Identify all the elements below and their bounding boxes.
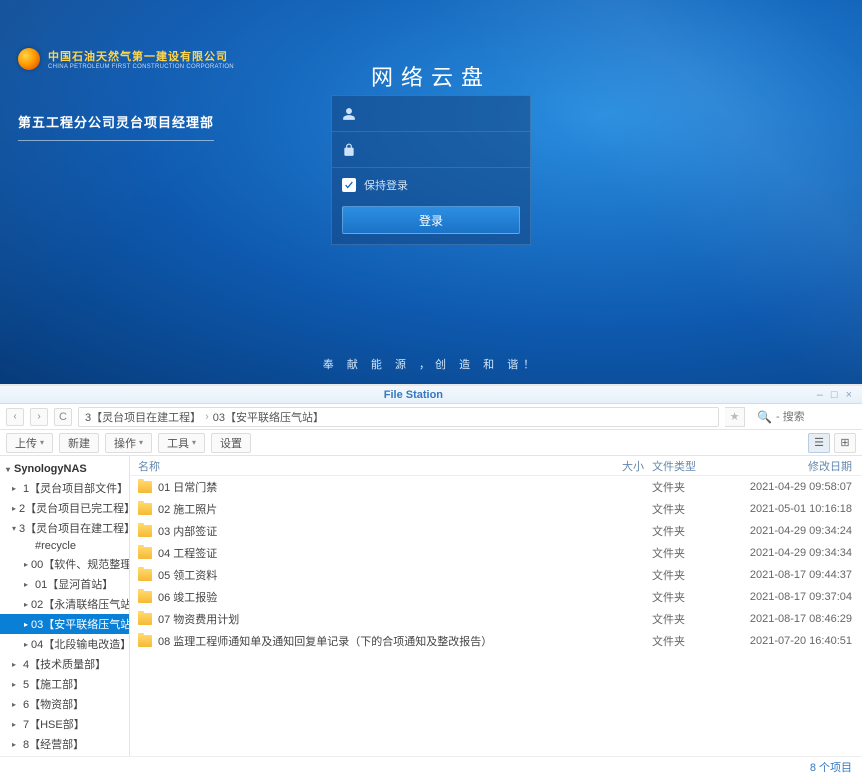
- tree-item[interactable]: ▸1【灵台项目部文件】: [0, 478, 129, 498]
- login-title: 网络云盘: [371, 60, 491, 92]
- company-name-cn: 中国石油天然气第一建设有限公司: [48, 48, 234, 64]
- col-type[interactable]: 文件类型: [652, 458, 722, 474]
- settings-button[interactable]: 设置: [211, 433, 251, 453]
- folder-icon: [138, 481, 152, 493]
- nav-toolbar: ‹ › C 3【灵台项目在建工程】 › 03【安平联络压气站】 ★ 🔍: [0, 404, 862, 430]
- tree-item[interactable]: ▸4【技术质量部】: [0, 654, 129, 674]
- tree-item[interactable]: ▸8【经营部】: [0, 734, 129, 754]
- login-form: 保持登录 登录: [331, 95, 531, 245]
- folder-icon: [138, 503, 152, 515]
- folder-icon: [138, 525, 152, 537]
- file-station-window: File Station – □ × ‹ › C 3【灵台项目在建工程】 › 0…: [0, 384, 862, 776]
- table-row[interactable]: 02 施工照片文件夹2021-05-01 10:16:18: [130, 498, 862, 520]
- breadcrumb[interactable]: 3【灵台项目在建工程】 › 03【安平联络压气站】: [78, 407, 719, 427]
- folder-icon: [138, 613, 152, 625]
- tree-item[interactable]: ▸03【安平联络压气站】: [0, 614, 129, 634]
- keep-logged-label: 保持登录: [364, 177, 408, 193]
- tree-item[interactable]: ▸00【软件、规范整理】【: [0, 554, 129, 574]
- lock-icon: [342, 143, 356, 157]
- view-grid-button[interactable]: ⊞: [834, 433, 856, 453]
- keep-logged-checkbox[interactable]: [342, 178, 356, 192]
- col-size[interactable]: 大小: [602, 458, 652, 474]
- tree-item[interactable]: ▸04【北段输电改造】: [0, 634, 129, 654]
- department-block: 第五工程分公司灵台项目经理部: [18, 112, 214, 141]
- username-input[interactable]: [366, 107, 521, 121]
- tree-item[interactable]: ▸7【HSE部】: [0, 714, 129, 734]
- logo-icon: [18, 48, 40, 70]
- folder-icon: [138, 591, 152, 603]
- folder-tree[interactable]: SynologyNAS ▸1【灵台项目部文件】▸2【灵台项目已完工程】▾3【灵台…: [0, 456, 130, 756]
- tree-item[interactable]: ▸2【灵台项目已完工程】: [0, 498, 129, 518]
- breadcrumb-seg-1[interactable]: 3【灵台项目在建工程】: [85, 409, 201, 425]
- chevron-right-icon: ›: [205, 411, 209, 423]
- tree-item[interactable]: ▸02【永清联络压气站】: [0, 594, 129, 614]
- department-name: 第五工程分公司灵台项目经理部: [18, 115, 214, 130]
- tree-item[interactable]: ▸6【物资部】: [0, 694, 129, 714]
- forward-button[interactable]: ›: [30, 408, 48, 426]
- maximize-button[interactable]: □: [831, 389, 838, 401]
- breadcrumb-seg-2[interactable]: 03【安平联络压气站】: [213, 409, 324, 425]
- table-row[interactable]: 03 内部签证文件夹2021-04-29 09:34:24: [130, 520, 862, 542]
- action-toolbar: 上传▾ 新建 操作▾ 工具▾ 设置 ☰ ⊞: [0, 430, 862, 456]
- close-button[interactable]: ×: [846, 389, 852, 401]
- table-row[interactable]: 04 工程签证文件夹2021-04-29 09:34:34: [130, 542, 862, 564]
- status-bar: 8 个项目: [0, 756, 862, 776]
- upload-button[interactable]: 上传▾: [6, 433, 53, 453]
- table-row[interactable]: 06 竣工报验文件夹2021-08-17 09:37:04: [130, 586, 862, 608]
- search-icon: 🔍: [757, 410, 772, 424]
- view-list-button[interactable]: ☰: [808, 433, 830, 453]
- keep-logged-row[interactable]: 保持登录: [332, 168, 530, 202]
- table-row[interactable]: 05 领工资料文件夹2021-08-17 09:44:37: [130, 564, 862, 586]
- tree-root[interactable]: SynologyNAS: [0, 460, 129, 478]
- login-panel: 中国石油天然气第一建设有限公司 CHINA PETROLEUM FIRST CO…: [0, 0, 862, 384]
- tree-item[interactable]: #recycle: [0, 538, 129, 554]
- operate-button[interactable]: 操作▾: [105, 433, 152, 453]
- refresh-button[interactable]: C: [54, 408, 72, 426]
- table-row[interactable]: 08 监理工程师通知单及通知回复单记录（下的合项通知及整改报告）文件夹2021-…: [130, 630, 862, 652]
- tree-item[interactable]: ▾3【灵台项目在建工程】: [0, 518, 129, 538]
- login-button[interactable]: 登录: [342, 206, 520, 234]
- folder-icon: [138, 547, 152, 559]
- tree-item[interactable]: ▸9【收发文】: [0, 754, 129, 756]
- folder-icon: [138, 635, 152, 647]
- favorite-button[interactable]: ★: [725, 407, 745, 427]
- footer-slogan: 奉 献 能 源 ，创 造 和 谐！: [323, 356, 539, 372]
- tools-button[interactable]: 工具▾: [158, 433, 205, 453]
- check-icon: [344, 180, 354, 190]
- tree-item[interactable]: ▸01【显河首站】: [0, 574, 129, 594]
- user-icon: [342, 107, 356, 121]
- window-title: File Station: [384, 389, 443, 401]
- table-row[interactable]: 07 物资费用计划文件夹2021-08-17 08:46:29: [130, 608, 862, 630]
- logo-block: 中国石油天然气第一建设有限公司 CHINA PETROLEUM FIRST CO…: [18, 48, 234, 70]
- company-name-en: CHINA PETROLEUM FIRST CONSTRUCTION CORPO…: [48, 64, 234, 70]
- back-button[interactable]: ‹: [6, 408, 24, 426]
- table-row[interactable]: 01 日常门禁文件夹2021-04-29 09:58:07: [130, 476, 862, 498]
- password-field[interactable]: [332, 132, 530, 168]
- item-count: 8 个项目: [810, 759, 852, 775]
- minimize-button[interactable]: –: [817, 389, 823, 401]
- create-button[interactable]: 新建: [59, 433, 99, 453]
- list-header: 名称 大小 文件类型 修改日期: [130, 456, 862, 476]
- file-list: 名称 大小 文件类型 修改日期 01 日常门禁文件夹2021-04-29 09:…: [130, 456, 862, 756]
- titlebar: File Station – □ ×: [0, 386, 862, 404]
- search-box[interactable]: 🔍: [757, 410, 856, 424]
- username-field[interactable]: [332, 96, 530, 132]
- tree-item[interactable]: ▸5【施工部】: [0, 674, 129, 694]
- folder-icon: [138, 569, 152, 581]
- col-name[interactable]: 名称: [130, 458, 602, 474]
- col-date[interactable]: 修改日期: [722, 458, 862, 474]
- password-input[interactable]: [366, 143, 521, 157]
- search-input[interactable]: [776, 411, 856, 423]
